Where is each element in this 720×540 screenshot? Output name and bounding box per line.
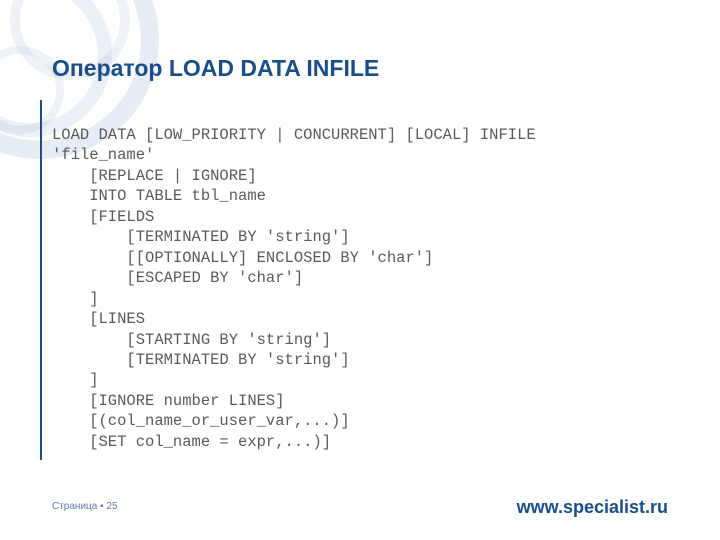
page-number: Страница ▪ 25 xyxy=(52,501,118,512)
sql-syntax-block: LOAD DATA [LOW_PRIORITY | CONCURRENT] [L… xyxy=(52,125,536,452)
slide-title: Оператор LOAD DATA INFILE xyxy=(52,55,379,82)
site-url: www.specialist.ru xyxy=(517,497,668,518)
vertical-divider xyxy=(40,100,42,460)
